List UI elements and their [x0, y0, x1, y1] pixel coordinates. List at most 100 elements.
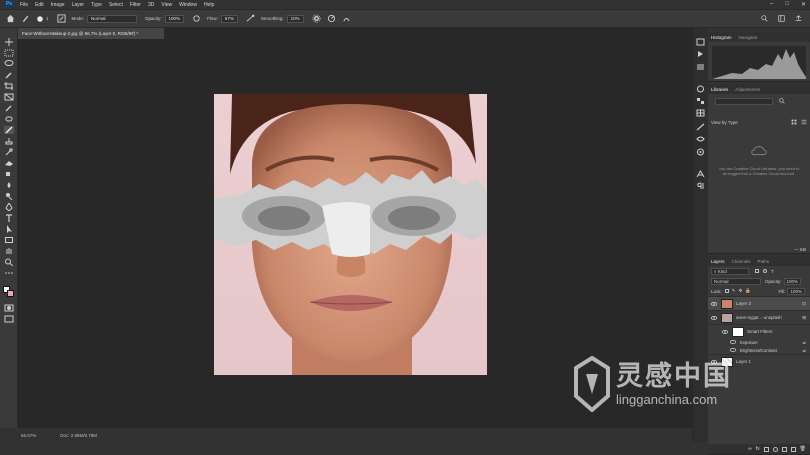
lock-image-icon[interactable]: ✎ [732, 288, 736, 294]
angle-icon[interactable] [327, 14, 336, 23]
lock-all-icon[interactable]: 🔒 [745, 288, 751, 294]
more-tools-icon[interactable] [4, 269, 14, 277]
marquee-tool-icon[interactable] [4, 49, 14, 57]
layer-row-layer-3[interactable]: Layer 3 ⊡ [708, 296, 810, 310]
tab-navigator[interactable]: Navigator [739, 35, 758, 40]
tab-layers[interactable]: Layers [711, 259, 725, 264]
pressure-size-icon[interactable] [342, 14, 351, 23]
move-tool-icon[interactable] [4, 38, 14, 46]
pen-tool-icon[interactable] [4, 202, 14, 212]
healing-brush-tool-icon[interactable] [4, 115, 14, 123]
filter-options-icon[interactable]: ⇌ [802, 348, 806, 353]
add-mask-icon[interactable] [763, 446, 769, 452]
gradient-tool-icon[interactable] [4, 170, 14, 178]
minimize-button[interactable]: – [770, 1, 773, 8]
tab-libraries[interactable]: Libraries [711, 87, 728, 92]
brush-size-picker[interactable]: 1 [36, 15, 49, 23]
visibility-eye-icon[interactable] [730, 340, 736, 344]
gradients-icon[interactable] [696, 109, 705, 117]
adjustments-icon[interactable] [696, 123, 705, 131]
menu-file[interactable]: File [20, 2, 28, 8]
layer-row-photo[interactable]: anne-nygar...-unsplash ⊞ [708, 310, 810, 324]
channels-icon[interactable] [696, 148, 705, 156]
layer-name[interactable]: Layer 3 [736, 301, 751, 306]
path-selection-tool-icon[interactable] [4, 225, 14, 233]
view-by-type[interactable]: View by Type [711, 120, 738, 125]
home-icon[interactable] [6, 14, 15, 23]
document-canvas[interactable] [214, 94, 487, 375]
document-tab[interactable]: Face-Without-Makeup-2.jpg @ 66.7% (Layer… [18, 28, 164, 39]
visibility-eye-icon[interactable] [722, 329, 728, 334]
color-panel-icon[interactable] [696, 85, 705, 93]
search-icon[interactable] [761, 15, 768, 24]
menu-view[interactable]: View [161, 2, 172, 8]
workspace-icon[interactable] [778, 15, 785, 24]
link-layers-icon[interactable]: ∞ [748, 446, 752, 452]
library-select[interactable] [715, 98, 773, 105]
list-view-icon[interactable] [801, 119, 807, 126]
menu-select[interactable]: Select [109, 2, 123, 8]
frame-tool-icon[interactable] [4, 93, 14, 101]
delete-layer-icon[interactable]: 🗑 [800, 446, 806, 452]
tab-adjustments[interactable]: Adjustments [735, 87, 760, 92]
tab-channels[interactable]: Channels [732, 259, 751, 264]
menu-help[interactable]: Help [204, 2, 214, 8]
dodge-tool-icon[interactable] [4, 192, 14, 201]
brush-tool-icon[interactable] [21, 14, 30, 23]
eyedropper-tool-icon[interactable] [4, 104, 14, 112]
clone-stamp-tool-icon[interactable] [4, 137, 14, 145]
airbrush-icon[interactable] [246, 14, 255, 23]
history-icon[interactable] [696, 38, 705, 46]
screen-mode-icon[interactable] [4, 315, 14, 323]
quick-mask-icon[interactable] [4, 304, 14, 312]
layer-filter-select[interactable]: ⌕ Kind [711, 267, 749, 275]
character-icon[interactable] [696, 170, 705, 178]
menu-3d[interactable]: 3D [148, 2, 154, 8]
zoom-level[interactable]: 66.67% [21, 433, 36, 438]
hand-tool-icon[interactable] [4, 247, 14, 255]
flow-input[interactable]: 67% [220, 14, 238, 23]
brush-settings-icon[interactable] [56, 14, 66, 23]
filter-options-icon[interactable]: ⇌ [802, 340, 806, 345]
tab-paths[interactable]: Paths [758, 259, 770, 264]
lasso-tool-icon[interactable] [4, 60, 14, 68]
crop-tool-icon[interactable] [4, 82, 14, 90]
zoom-tool-icon[interactable] [4, 258, 14, 267]
eraser-tool-icon[interactable] [4, 159, 14, 167]
new-layer-icon[interactable] [790, 446, 796, 452]
quick-select-tool-icon[interactable] [4, 71, 14, 79]
paragraph-icon[interactable] [696, 182, 705, 190]
rectangle-tool-icon[interactable] [4, 236, 14, 244]
blend-mode-select[interactable]: Normal [711, 277, 761, 285]
smoothing-settings-icon[interactable] [312, 14, 321, 23]
type-tool-icon[interactable] [4, 214, 14, 222]
share-icon[interactable] [795, 15, 802, 24]
lock-position-icon[interactable]: ✥ [739, 288, 743, 294]
adjustment-layer-icon[interactable] [772, 446, 778, 452]
menu-type[interactable]: Type [91, 2, 102, 8]
menu-filter[interactable]: Filter [130, 2, 141, 8]
pressure-opacity-icon[interactable] [192, 14, 201, 23]
color-swatches[interactable] [3, 286, 15, 298]
layer-style-icon[interactable]: fx [756, 446, 760, 452]
filter-exposure-row[interactable]: Exposure ⇌ [708, 338, 810, 346]
maximize-button[interactable]: □ [785, 1, 789, 8]
brush-tool-icon[interactable] [4, 126, 14, 134]
smart-filters-row[interactable]: Smart Filters [708, 324, 810, 338]
opacity-input[interactable]: 100% [164, 14, 185, 23]
properties-icon[interactable] [696, 63, 705, 71]
layer-name[interactable]: anne-nygar...-unsplash [736, 315, 782, 320]
tab-histogram[interactable]: Histogram [711, 35, 732, 40]
blur-tool-icon[interactable] [4, 181, 14, 189]
filter-adjustment-icon[interactable] [763, 269, 767, 273]
menu-window[interactable]: Window [179, 2, 197, 8]
visibility-eye-icon[interactable] [711, 315, 717, 320]
menu-image[interactable]: Image [51, 2, 65, 8]
visibility-eye-icon[interactable] [711, 301, 717, 306]
new-group-icon[interactable] [781, 446, 787, 452]
history-brush-tool-icon[interactable] [4, 148, 14, 156]
layer-opacity-input[interactable]: 100% [783, 277, 802, 285]
menu-edit[interactable]: Edit [35, 2, 44, 8]
smoothing-input[interactable]: 10% [286, 14, 304, 23]
fill-input[interactable]: 100% [787, 287, 805, 295]
